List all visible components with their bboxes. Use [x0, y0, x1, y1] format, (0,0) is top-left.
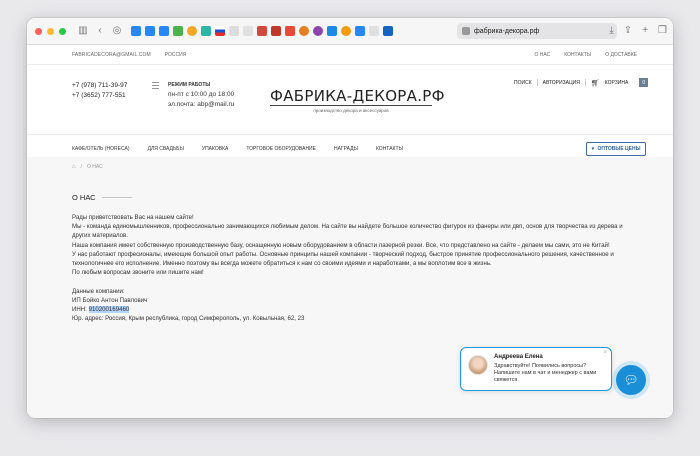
paragraph: Наша компания имеет собственную производ… — [72, 241, 610, 249]
chat-open-button[interactable]: 💬︎ — [616, 365, 646, 395]
divider — [536, 79, 538, 86]
toplink-delivery[interactable]: О ДОСТАВКЕ — [605, 52, 637, 58]
nav-item-contacts[interactable]: КОНТАКТЫ — [376, 146, 403, 152]
favorite-vk-icon[interactable] — [145, 26, 155, 36]
toolbar-right: ⤓ ⇪ + ❐ — [609, 25, 667, 36]
nav-item-wedding[interactable]: ДЛЯ СВАДЬБЫ — [148, 146, 184, 152]
favorite-check-icon[interactable] — [383, 26, 393, 36]
favorite-orange-icon[interactable] — [299, 26, 309, 36]
favorites-bar — [131, 26, 393, 36]
contact-email[interactable]: FABRICADECORA@GMAIL.COM — [72, 52, 151, 58]
company-address: Юр. адрес: Россия, Крым республика, горо… — [72, 315, 305, 323]
hours-title: РЕЖИМ РАБОТЫ — [168, 82, 211, 88]
minimize-window-button[interactable] — [47, 27, 54, 35]
cart-icon[interactable]: 🛒︎ — [591, 79, 600, 87]
paragraph: У нас работают професионалы, имеющие бол… — [72, 250, 614, 268]
breadcrumb-separator: / — [80, 164, 83, 170]
toplink-about[interactable]: О НАС — [534, 52, 550, 58]
nav-item-retail-equipment[interactable]: ТОРГОВОЕ ОБОРУДОВАНИЕ — [246, 146, 316, 152]
search-link[interactable]: ПОИСК — [514, 80, 532, 86]
nav-item-packaging[interactable]: УПАКОВКА — [202, 146, 228, 152]
heart-icon: ♥ — [591, 146, 595, 152]
region-selector[interactable]: РОССИЯ — [165, 52, 187, 58]
hours-email: эл.почта: abp@mail.ru — [168, 101, 235, 108]
favorite-star-icon[interactable] — [369, 26, 379, 36]
wholesale-prices-button[interactable]: ♥ ОПТОВЫЕ ЦЕНЫ — [586, 142, 646, 156]
paragraph: Рады приветствовать Вас на нашем сайте! — [72, 214, 194, 221]
favorite-red-icon[interactable] — [285, 26, 295, 36]
favorite-red-icon[interactable] — [271, 26, 281, 36]
favorite-page-icon[interactable] — [229, 26, 239, 36]
cart-link[interactable]: КОРЗИНА — [605, 80, 629, 86]
favorite-orange-icon[interactable] — [187, 26, 197, 36]
header-actions: ПОИСК АВТОРИЗАЦИЯ 🛒︎ КОРЗИНА 0 — [514, 78, 649, 87]
favorite-teal-icon[interactable] — [201, 26, 211, 36]
browser-window: ▥ ‹ ◎ фабрика-декора.рф ⤓ ⇪ + ❐ FABRICAD… — [27, 18, 673, 418]
download-icon[interactable]: ⤓ — [609, 25, 613, 36]
avatar — [468, 355, 488, 375]
home-icon[interactable]: ⌂ — [72, 164, 76, 170]
address-bar-url: фабрика-декора.рф — [474, 27, 540, 35]
maximize-window-button[interactable] — [59, 27, 66, 35]
page-title-block: О НАС — [72, 193, 132, 202]
chat-popup[interactable]: Андреева Елена Здравствуйте! Появились в… — [460, 347, 612, 391]
paragraph: Мы - команда единомышленников, профессио… — [72, 223, 623, 240]
phone-block: +7 (978) 711-39-97 +7 (3652) 777-551 — [72, 81, 127, 101]
favorite-vk-icon[interactable] — [355, 26, 365, 36]
working-hours: РЕЖИМ РАБОТЫ пн-пт с 10:00 до 18:00 эл.п… — [168, 80, 234, 110]
wholesale-prices-label: ОПТОВЫЕ ЦЕНЫ — [597, 146, 641, 152]
favorite-flag-icon[interactable] — [215, 26, 225, 36]
nav-item-awards[interactable]: НАГРАДЫ — [334, 146, 358, 152]
site-favicon-icon — [462, 27, 470, 35]
chat-bubble-icon: 💬︎ — [623, 373, 639, 387]
hours-line: пн-пт с 10:00 до 18:00 — [168, 91, 235, 98]
paragraph: По любым вопросам звоните или пишите нам… — [72, 269, 204, 277]
toplink-contacts[interactable]: КОНТАКТЫ — [564, 52, 591, 58]
address-bar[interactable]: фабрика-декора.рф — [457, 23, 617, 39]
favorite-green-icon[interactable] — [173, 26, 183, 36]
share-icon[interactable]: ⇪ — [624, 25, 632, 36]
favorite-red-icon[interactable] — [257, 26, 267, 36]
shield-icon[interactable]: ◎ — [110, 24, 124, 38]
breadcrumb: ⌂ / О НАС — [72, 164, 103, 170]
site-header: +7 (978) 711-39-97 +7 (3652) 777-551 РЕЖ… — [27, 65, 673, 135]
new-tab-icon[interactable]: + — [642, 25, 648, 36]
company-label: Данные компании: — [72, 287, 125, 295]
logo-title: ФАБРИКА-ДЕКОРА.РФ — [270, 87, 445, 106]
about-text: Рады приветствовать Вас на нашем сайте! … — [72, 213, 632, 323]
tabs-icon[interactable]: ❐ — [658, 25, 667, 36]
inn-value: 910200169460 — [88, 306, 130, 314]
auth-link[interactable]: АВТОРИЗАЦИЯ — [543, 80, 580, 86]
cart-count-badge[interactable]: 0 — [639, 78, 649, 87]
top-links: О НАС КОНТАКТЫ О ДОСТАВКЕ — [534, 52, 637, 58]
company-name: ИП Бойко Антон Павлович — [72, 296, 148, 304]
company-inn: ИНН: 910200169460 — [72, 305, 632, 314]
chat-agent-name: Андреева Елена — [494, 354, 543, 360]
back-icon[interactable]: ‹ — [93, 24, 107, 38]
favorite-vk-icon[interactable] — [131, 26, 141, 36]
site-topbar: FABRICADECORA@GMAIL.COM РОССИЯ О НАС КОН… — [27, 45, 673, 65]
favorite-star-icon[interactable] — [243, 26, 253, 36]
favorite-blue-icon[interactable] — [327, 26, 337, 36]
phone-number[interactable]: +7 (978) 711-39-97 — [72, 81, 127, 91]
logo-subtitle: производство декора и аксессуаров — [313, 108, 389, 113]
site-logo[interactable]: ФАБРИКА-ДЕКОРА.РФ производство декора и … — [270, 87, 445, 113]
window-controls — [35, 27, 66, 35]
close-window-button[interactable] — [35, 27, 42, 35]
chat-message: Здравствуйте! Появились вопросы? Напишит… — [494, 363, 597, 383]
page-title: О НАС — [72, 193, 96, 202]
nav-item-horeca[interactable]: КАФЕ/ОТЕЛЬ (HORECA) — [72, 146, 130, 152]
close-icon[interactable]: × — [603, 350, 607, 356]
phone-number[interactable]: +7 (3652) 777-551 — [72, 91, 127, 101]
menu-lines-icon — [152, 82, 159, 91]
favorite-orange-icon[interactable] — [341, 26, 351, 36]
inn-label: ИНН: — [72, 306, 89, 314]
browser-toolbar: ▥ ‹ ◎ фабрика-декора.рф ⤓ ⇪ + ❐ — [27, 18, 673, 45]
breadcrumb-current: О НАС — [87, 164, 103, 170]
favorite-purple-icon[interactable] — [313, 26, 323, 36]
divider — [584, 79, 586, 86]
title-underline — [101, 197, 132, 198]
sidebar-icon[interactable]: ▥ — [76, 24, 90, 38]
favorite-vk-icon[interactable] — [159, 26, 169, 36]
